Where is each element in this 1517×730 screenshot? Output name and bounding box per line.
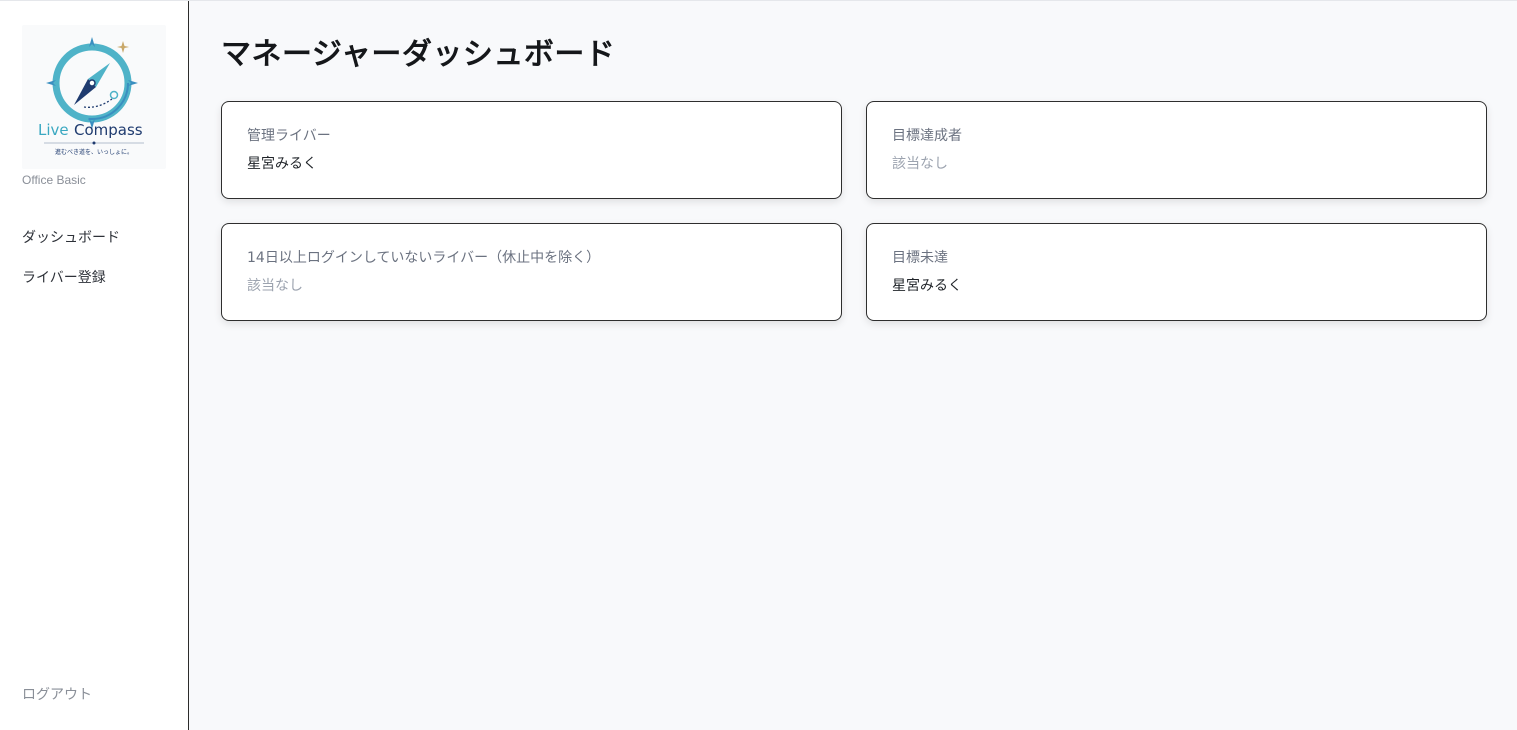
card-managed-livers: 管理ライバー 星宮みるく xyxy=(221,101,842,199)
card-value: 該当なし xyxy=(247,278,303,294)
page-title: マネージャーダッシュボード xyxy=(221,37,616,72)
card-inactive-livers: 14日以上ログインしていないライバー（休止中を除く） 該当なし xyxy=(221,223,842,321)
card-goal-achievers: 目標達成者 該当なし xyxy=(866,101,1487,199)
sidebar: Live Compass 進むべき道を、いっしょに。 Office Basic … xyxy=(0,1,189,730)
card-label: 14日以上ログインしていないライバー（休止中を除く） xyxy=(247,250,601,266)
card-label: 目標達成者 xyxy=(892,128,962,144)
dashboard-cards: 管理ライバー 星宮みるく 目標達成者 該当なし 14日以上ログインしていないライ… xyxy=(221,101,1487,321)
svg-text:Compass: Compass xyxy=(74,121,143,139)
logo-tagline: 進むべき道を、いっしょに。 xyxy=(55,148,133,156)
brand-logo[interactable]: Live Compass 進むべき道を、いっしょに。 xyxy=(22,25,166,169)
card-value: 星宮みるく xyxy=(247,156,317,172)
card-value: 該当なし xyxy=(892,156,948,172)
logout-link[interactable]: ログアウト xyxy=(22,684,92,704)
main-content: マネージャーダッシュボード 管理ライバー 星宮みるく 目標達成者 該当なし 14… xyxy=(189,1,1517,730)
sidebar-nav: ダッシュボード ライバー登録 xyxy=(22,228,120,308)
app-shell: Live Compass 進むべき道を、いっしょに。 Office Basic … xyxy=(0,0,1517,730)
card-goal-not-achieved: 目標未達 星宮みるく xyxy=(866,223,1487,321)
sidebar-item-liver-registration[interactable]: ライバー登録 xyxy=(22,268,120,308)
svg-text:Live: Live xyxy=(38,121,69,139)
card-label: 目標未達 xyxy=(892,250,948,266)
plan-label: Office Basic xyxy=(22,173,86,187)
sidebar-item-dashboard[interactable]: ダッシュボード xyxy=(22,228,120,268)
card-label: 管理ライバー xyxy=(247,128,331,144)
card-value: 星宮みるく xyxy=(892,278,962,294)
compass-icon: Live Compass 進むべき道を、いっしょに。 xyxy=(38,37,144,156)
